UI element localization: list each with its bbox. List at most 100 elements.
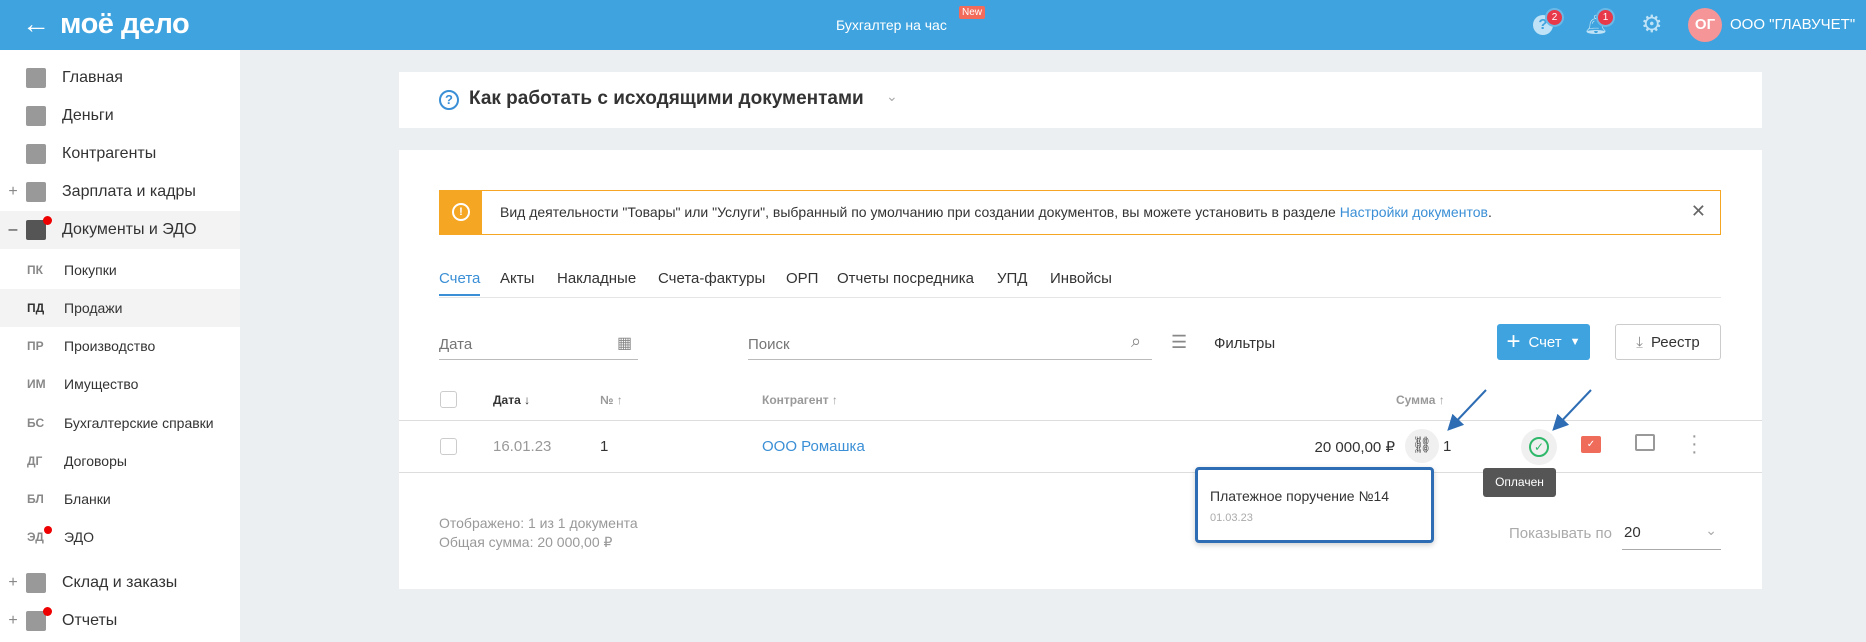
sidebar-sub-sales[interactable]: ПД Продажи	[0, 289, 240, 327]
notification-dot	[43, 607, 52, 616]
sidebar-sub-edo[interactable]: ЭД ЭДО	[0, 518, 240, 556]
tab-vat-invoices[interactable]: Счета-фактуры	[658, 270, 765, 287]
notification-dot	[43, 216, 52, 225]
sidebar-item-home[interactable]: Главная	[0, 59, 240, 97]
col-number[interactable]: № ↑	[600, 393, 623, 407]
sidebar-sub-contracts[interactable]: ДГ Договоры	[0, 442, 240, 480]
row-date: 16.01.23	[493, 438, 552, 455]
top-bar: ← моё дело Бухгалтер на час New ? 2 🔔︎ 1…	[0, 0, 1866, 50]
tab-upd[interactable]: УПД	[997, 270, 1027, 287]
tab-invoices[interactable]: Счета	[439, 270, 481, 296]
sub-label: ЭДО	[64, 529, 94, 545]
filter-sliders-icon[interactable]: ☰	[1171, 332, 1187, 353]
logo[interactable]: моё дело	[60, 8, 190, 41]
sidebar-item-label: Документы и ЭДО	[62, 221, 197, 238]
sidebar-item-warehouse[interactable]: + Склад и заказы	[0, 564, 240, 602]
sidebar-sub-purchases[interactable]: ПК Покупки	[0, 251, 240, 289]
sub-abbr: ПД	[27, 301, 45, 315]
search-icon[interactable]: ⌕	[1131, 331, 1141, 352]
more-vertical-icon[interactable]: · · ·	[1691, 426, 1698, 462]
table-row[interactable]: 16.01.23 1 ООО Ромашка 20 000,00 ₽ ⛓ 1 ✓…	[399, 421, 1762, 472]
home-icon	[26, 68, 46, 88]
money-icon	[26, 106, 46, 126]
per-page-value: 20	[1624, 524, 1641, 541]
sidebar-item-salary[interactable]: + Зарплата и кадры	[0, 173, 240, 211]
row-checkbox[interactable]	[440, 438, 457, 455]
comment-icon[interactable]	[1635, 434, 1655, 451]
help-title[interactable]: Как работать с исходящими документами	[469, 88, 864, 110]
sub-abbr: ДГ	[27, 454, 43, 468]
sub-abbr: ПР	[27, 339, 44, 353]
back-arrow-icon[interactable]: ←	[22, 8, 50, 40]
settings-link[interactable]: Настройки документов	[1340, 204, 1488, 220]
check-circle-icon: ✓	[1529, 437, 1549, 457]
registry-button[interactable]: ⤓ Реестр	[1615, 324, 1721, 360]
per-page-select[interactable]: 20 ⌄	[1622, 516, 1721, 550]
sub-abbr: БЛ	[27, 492, 44, 506]
expand-icon[interactable]: +	[0, 574, 26, 592]
tab-orp[interactable]: ОРП	[786, 270, 818, 287]
sidebar-item-label: Деньги	[62, 107, 114, 124]
sidebar-item-label: Зарплата и кадры	[62, 183, 196, 200]
sidebar-sub-property[interactable]: ИМ Имущество	[0, 365, 240, 403]
date-input[interactable]	[439, 330, 638, 360]
documents-card: ! Вид деятельности "Товары" или "Услуги"…	[399, 150, 1762, 589]
col-contractor[interactable]: Контрагент ↑	[762, 393, 838, 407]
select-all-checkbox[interactable]	[440, 391, 457, 408]
payment-title[interactable]: Платежное поручение №14	[1210, 488, 1389, 504]
collapse-icon[interactable]: –	[0, 221, 26, 239]
button-label: Реестр	[1650, 333, 1700, 351]
sidebar-item-label: Склад и заказы	[62, 574, 178, 591]
shown-count: Отображено: 1 из 1 документа	[439, 515, 638, 531]
linked-count: 1	[1443, 438, 1452, 455]
reports-icon	[26, 607, 52, 631]
org-name[interactable]: ООО "ГЛАВУЧЕТ"	[1730, 16, 1855, 33]
close-icon[interactable]: ✕	[1691, 201, 1706, 222]
accountant-link[interactable]: Бухгалтер на час	[836, 17, 947, 33]
expand-icon[interactable]: +	[0, 612, 26, 630]
sidebar-item-reports[interactable]: + Отчеты	[0, 602, 240, 640]
payment-popup[interactable]: Платежное поручение №14 01.03.23	[1195, 467, 1434, 543]
payment-date: 01.03.23	[1210, 512, 1253, 524]
help-card[interactable]: ? Как работать с исходящими документами …	[399, 72, 1762, 128]
tab-acts[interactable]: Акты	[500, 270, 534, 287]
per-page-label: Показывать по	[1509, 525, 1612, 542]
sidebar-item-label: Контрагенты	[62, 145, 157, 162]
sub-label: Бланки	[64, 491, 111, 507]
calendar-icon[interactable]: ▦	[617, 333, 632, 353]
sidebar-item-contractors[interactable]: Контрагенты	[0, 135, 240, 173]
row-contractor[interactable]: ООО Ромашка	[762, 438, 865, 455]
sub-abbr: ИМ	[27, 377, 46, 391]
banner-end: .	[1487, 204, 1492, 220]
sidebar-sub-statements[interactable]: БС Бухгалтерские справки	[0, 404, 240, 442]
link-icon[interactable]: ⛓	[1405, 429, 1439, 463]
help-count-badge: 2	[1547, 10, 1562, 25]
gear-icon[interactable]: ⚙	[1641, 10, 1663, 39]
chevron-down-icon: ▼	[1569, 336, 1581, 348]
col-date[interactable]: Дата ↓	[493, 393, 530, 407]
row-number[interactable]: 1	[600, 438, 608, 455]
sidebar-sub-production[interactable]: ПР Производство	[0, 327, 240, 365]
sidebar-sub-forms[interactable]: БЛ Бланки	[0, 480, 240, 518]
filters-button[interactable]: Фильтры	[1214, 335, 1275, 352]
sidebar-item-label: Отчеты	[62, 612, 118, 629]
folder-check-icon[interactable]: ✓	[1581, 436, 1601, 453]
tab-waybills[interactable]: Накладные	[557, 270, 636, 287]
sidebar-item-documents[interactable]: – Документы и ЭДО	[0, 211, 240, 249]
chevron-down-icon: ⌄	[1705, 522, 1717, 538]
notif-count-badge: 1	[1598, 10, 1613, 25]
sub-label: Имущество	[64, 376, 139, 392]
sub-abbr: ЭД	[27, 530, 44, 544]
new-invoice-button[interactable]: + Счет ▼	[1497, 324, 1590, 360]
paid-status-button[interactable]: ✓	[1521, 429, 1557, 465]
expand-icon[interactable]: +	[0, 183, 26, 201]
sidebar-item-money[interactable]: Деньги	[0, 97, 240, 135]
tab-agent-reports[interactable]: Отчеты посредника	[837, 270, 974, 287]
search-input[interactable]	[748, 330, 1152, 360]
chevron-down-icon[interactable]: ⌄	[886, 88, 898, 105]
tab-invoices-foreign[interactable]: Инвойсы	[1050, 270, 1112, 287]
warehouse-icon	[26, 573, 46, 593]
total-sum: Общая сумма: 20 000,00 ₽	[439, 534, 613, 550]
col-sum[interactable]: Сумма ↑	[1396, 393, 1445, 407]
avatar[interactable]: ОГ	[1688, 8, 1722, 42]
